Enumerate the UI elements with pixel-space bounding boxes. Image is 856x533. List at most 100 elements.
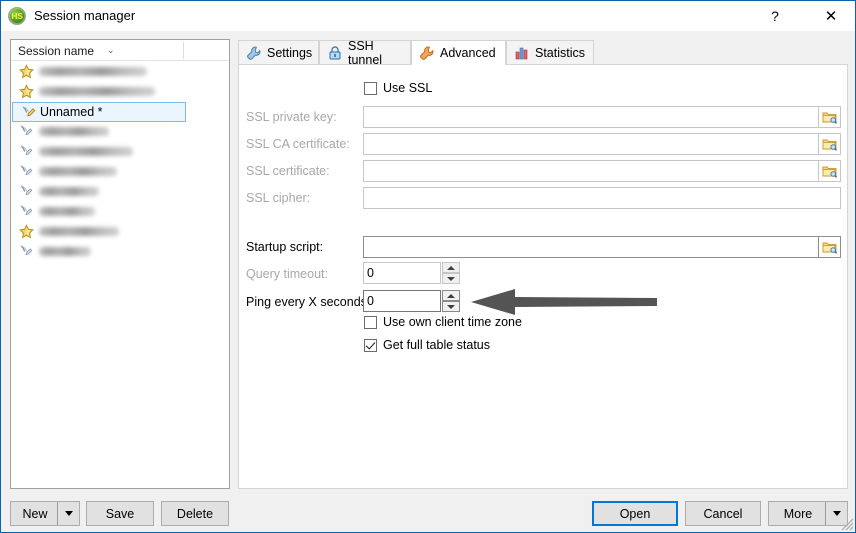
query-timeout-input[interactable]	[363, 262, 441, 284]
query-timeout-spinner[interactable]	[363, 262, 460, 284]
ssl-ca-certificate-browse-button[interactable]	[819, 133, 841, 155]
session-icon	[18, 124, 35, 140]
session-icon	[18, 184, 35, 200]
redacted-session-name	[39, 87, 155, 96]
session-list[interactable]: Unnamed *	[11, 62, 229, 488]
triangle-up-icon	[447, 265, 455, 270]
ping-every-x-seconds-spinner[interactable]	[363, 290, 460, 312]
ping-spin-buttons[interactable]	[442, 290, 460, 312]
bar-chart-icon	[514, 45, 530, 61]
list-item-label	[39, 185, 99, 199]
close-icon[interactable]: ✕	[808, 1, 854, 30]
list-item[interactable]	[11, 122, 229, 142]
list-item[interactable]	[11, 142, 229, 162]
tab-ssh-tunnel[interactable]: SSH tunnel	[319, 39, 411, 67]
advanced-tab-panel: Use SSL SSL private key: SSL CA certific…	[238, 64, 848, 489]
ping-every-x-seconds-label: Ping every X seconds:	[246, 295, 371, 309]
wrench-orange-icon	[419, 45, 435, 61]
list-item[interactable]	[11, 202, 229, 222]
list-item[interactable]	[11, 62, 229, 82]
get-full-table-status-row[interactable]: Get full table status	[364, 338, 490, 352]
heidisql-icon-text: HS	[11, 11, 23, 21]
column-divider	[183, 42, 184, 59]
query-timeout-decrement-button[interactable]	[442, 273, 460, 284]
triangle-up-icon	[447, 293, 455, 298]
new-button-label: New	[22, 506, 48, 521]
session-icon	[18, 144, 35, 160]
startup-script-browse-button[interactable]	[819, 236, 841, 258]
list-item-label	[39, 125, 109, 139]
use-ssl-checkbox[interactable]	[364, 81, 377, 95]
redacted-session-name	[39, 207, 95, 216]
startup-script-input[interactable]	[363, 236, 819, 258]
ssl-private-key-browse-button[interactable]	[819, 106, 841, 128]
list-item-label: Unnamed *	[40, 105, 103, 119]
query-timeout-spin-buttons[interactable]	[442, 262, 460, 284]
tab-statistics-label: Statistics	[535, 45, 586, 60]
ping-increment-button[interactable]	[442, 290, 460, 301]
heidisql-icon: HS	[8, 7, 26, 25]
chevron-down-icon	[832, 511, 841, 516]
tab-advanced[interactable]: Advanced	[411, 40, 506, 65]
redacted-session-name	[39, 127, 109, 136]
lock-icon	[327, 45, 343, 61]
session-list-header[interactable]: Session name ⌄	[11, 40, 229, 61]
ssl-certificate-input[interactable]	[363, 160, 819, 182]
pencil-icon	[20, 105, 37, 121]
list-item[interactable]	[11, 242, 229, 262]
tab-settings[interactable]: Settings	[238, 40, 319, 64]
session-manager-window: HS Session manager ? ✕ Session name ⌄ Un…	[0, 0, 856, 533]
session-name-column-header: Session name	[18, 44, 95, 58]
list-item[interactable]	[11, 162, 229, 182]
ping-every-x-seconds-input[interactable]	[363, 290, 441, 312]
startup-script-label: Startup script:	[246, 240, 324, 254]
star-icon	[18, 84, 35, 100]
redacted-session-name	[39, 247, 91, 256]
use-ssl-label: Use SSL	[383, 81, 433, 95]
star-icon	[18, 224, 35, 240]
redacted-session-name	[39, 227, 119, 236]
ssl-private-key-label: SSL private key:	[246, 110, 337, 124]
new-dropdown-arrow-icon[interactable]	[57, 502, 79, 525]
folder-search-icon	[822, 139, 837, 151]
ssl-ca-certificate-label: SSL CA certificate:	[246, 137, 350, 151]
ssl-private-key-input[interactable]	[363, 106, 819, 128]
use-own-client-time-zone-label: Use own client time zone	[383, 315, 522, 329]
get-full-table-status-checkbox[interactable]	[364, 338, 377, 352]
use-own-client-time-zone-checkbox[interactable]	[364, 315, 377, 329]
list-item-label	[39, 165, 117, 179]
tab-settings-label: Settings	[267, 45, 313, 60]
cancel-button[interactable]: Cancel	[685, 501, 761, 526]
list-item[interactable]	[11, 82, 229, 102]
list-item-label	[39, 145, 133, 159]
list-item-label	[39, 85, 155, 99]
list-item[interactable]	[11, 182, 229, 202]
ssl-certificate-browse-button[interactable]	[819, 160, 841, 182]
session-list-item-selected[interactable]: Unnamed *	[12, 102, 186, 122]
session-icon	[18, 164, 35, 180]
tab-statistics[interactable]: Statistics	[506, 40, 594, 64]
more-button[interactable]: More	[768, 501, 848, 526]
title-bar: HS Session manager ? ✕	[1, 1, 855, 31]
list-item-label	[39, 65, 147, 79]
save-button[interactable]: Save	[86, 501, 154, 526]
help-icon[interactable]: ?	[752, 1, 798, 30]
list-item-label	[39, 245, 91, 259]
chevron-down-icon[interactable]: ⌄	[107, 46, 116, 55]
list-item[interactable]	[11, 222, 229, 242]
delete-button[interactable]: Delete	[161, 501, 229, 526]
ssl-cipher-input[interactable]	[363, 187, 841, 209]
ssl-certificate-label: SSL certificate:	[246, 164, 330, 178]
folder-search-icon	[822, 242, 837, 254]
open-button[interactable]: Open	[592, 501, 678, 526]
new-button[interactable]: New	[10, 501, 80, 526]
use-ssl-checkbox-row[interactable]: Use SSL	[364, 81, 432, 95]
use-own-client-time-zone-row[interactable]: Use own client time zone	[364, 315, 522, 329]
query-timeout-increment-button[interactable]	[442, 262, 460, 273]
more-dropdown-arrow-icon[interactable]	[825, 502, 847, 525]
session-list-panel: Session name ⌄ Unnamed *	[10, 39, 230, 489]
ping-decrement-button[interactable]	[442, 301, 460, 312]
ssl-ca-certificate-input[interactable]	[363, 133, 819, 155]
query-timeout-label: Query timeout:	[246, 267, 328, 281]
star-icon	[18, 64, 35, 80]
